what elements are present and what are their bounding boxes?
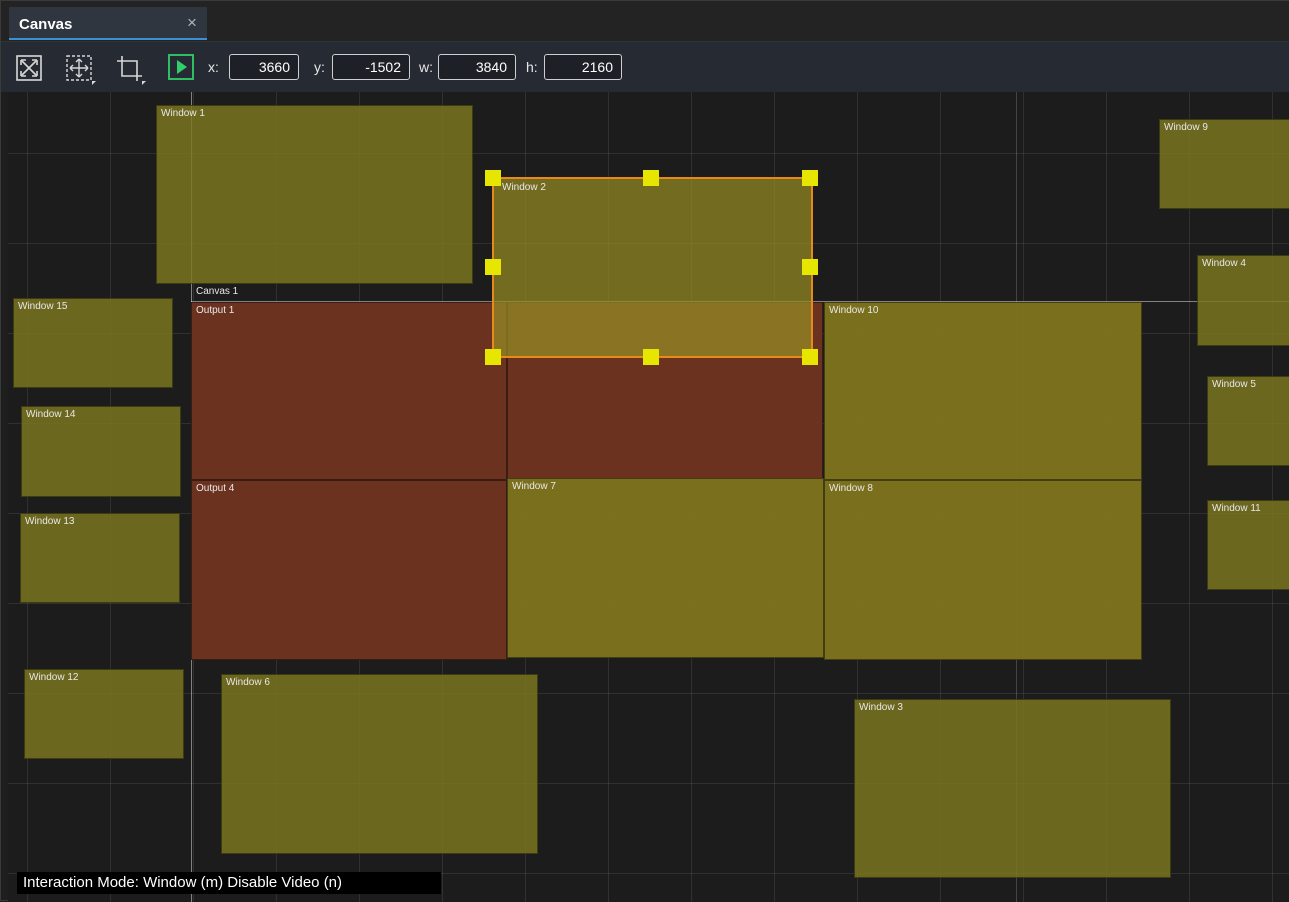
window-label: Window 7: [512, 481, 556, 492]
w-field[interactable]: [438, 54, 516, 80]
canvas-label: Canvas 1: [196, 286, 239, 297]
output-label: Output 4: [196, 483, 235, 494]
fit-screen-icon[interactable]: [14, 53, 44, 83]
window-label: Window 6: [226, 677, 270, 688]
window-7[interactable]: Window 7: [507, 478, 824, 658]
window-4[interactable]: Window 4: [1197, 255, 1289, 346]
window-2-selected[interactable]: Window 2: [492, 177, 813, 358]
window-12[interactable]: Window 12: [24, 669, 184, 759]
window-label: Window 4: [1202, 258, 1246, 269]
window-label: Window 11: [1212, 503, 1261, 514]
resize-handle-bottom-left[interactable]: [485, 349, 501, 365]
crop-icon[interactable]: [114, 53, 146, 85]
window-label: Window 2: [502, 182, 546, 193]
close-icon[interactable]: ×: [187, 13, 197, 33]
window-label: Window 9: [1164, 122, 1208, 133]
resize-handle-top-left[interactable]: [485, 170, 501, 186]
resize-handle-right[interactable]: [802, 259, 818, 275]
tab-canvas[interactable]: Canvas ×: [9, 7, 207, 40]
tab-title: Canvas: [19, 16, 73, 33]
window-label: Window 5: [1212, 379, 1256, 390]
window-10[interactable]: Window 10: [824, 302, 1142, 480]
x-label: x:: [208, 59, 219, 75]
x-field[interactable]: [229, 54, 299, 80]
window-label: Window 10: [829, 305, 879, 316]
window-14[interactable]: Window 14: [21, 406, 181, 497]
window-label: Window 15: [18, 301, 68, 312]
toolbar: x: y: w: h:: [1, 42, 1289, 92]
h-label: h:: [526, 59, 538, 75]
window-label: Window 3: [859, 702, 903, 713]
h-field[interactable]: [544, 54, 622, 80]
window-label: Window 8: [829, 483, 873, 494]
y-field[interactable]: [332, 54, 410, 80]
tab-bar: Canvas ×: [1, 1, 1289, 42]
play-icon[interactable]: [167, 53, 197, 83]
window-3[interactable]: Window 3: [854, 699, 1171, 878]
resize-handle-bottom[interactable]: [643, 349, 659, 365]
interaction-mode-status: Interaction Mode: Window (m) Disable Vid…: [17, 872, 441, 894]
move-pan-icon[interactable]: [64, 53, 96, 85]
window-1[interactable]: Window 1: [156, 105, 473, 284]
resize-handle-bottom-right[interactable]: [802, 349, 818, 365]
window-15[interactable]: Window 15: [13, 298, 173, 388]
output-1[interactable]: Output 1: [191, 302, 507, 480]
resize-handle-top[interactable]: [643, 170, 659, 186]
window-13[interactable]: Window 13: [20, 513, 180, 603]
window-label: Window 1: [161, 108, 205, 119]
output-label: Output 1: [196, 305, 235, 316]
window-8[interactable]: Window 8: [824, 480, 1142, 660]
window-label: Window 14: [26, 409, 76, 420]
resize-handle-top-right[interactable]: [802, 170, 818, 186]
canvas-area[interactable]: Canvas 1 Output 1 Output 4 Window 1 Wind…: [8, 92, 1289, 902]
window-label: Window 13: [25, 516, 75, 527]
y-label: y:: [314, 59, 325, 75]
window-6[interactable]: Window 6: [221, 674, 538, 854]
window-label: Window 12: [29, 672, 79, 683]
output-4[interactable]: Output 4: [191, 480, 507, 660]
window-11[interactable]: Window 11: [1207, 500, 1289, 590]
window-5[interactable]: Window 5: [1207, 376, 1289, 466]
resize-handle-left[interactable]: [485, 259, 501, 275]
w-label: w:: [419, 59, 433, 75]
window-9[interactable]: Window 9: [1159, 119, 1289, 209]
